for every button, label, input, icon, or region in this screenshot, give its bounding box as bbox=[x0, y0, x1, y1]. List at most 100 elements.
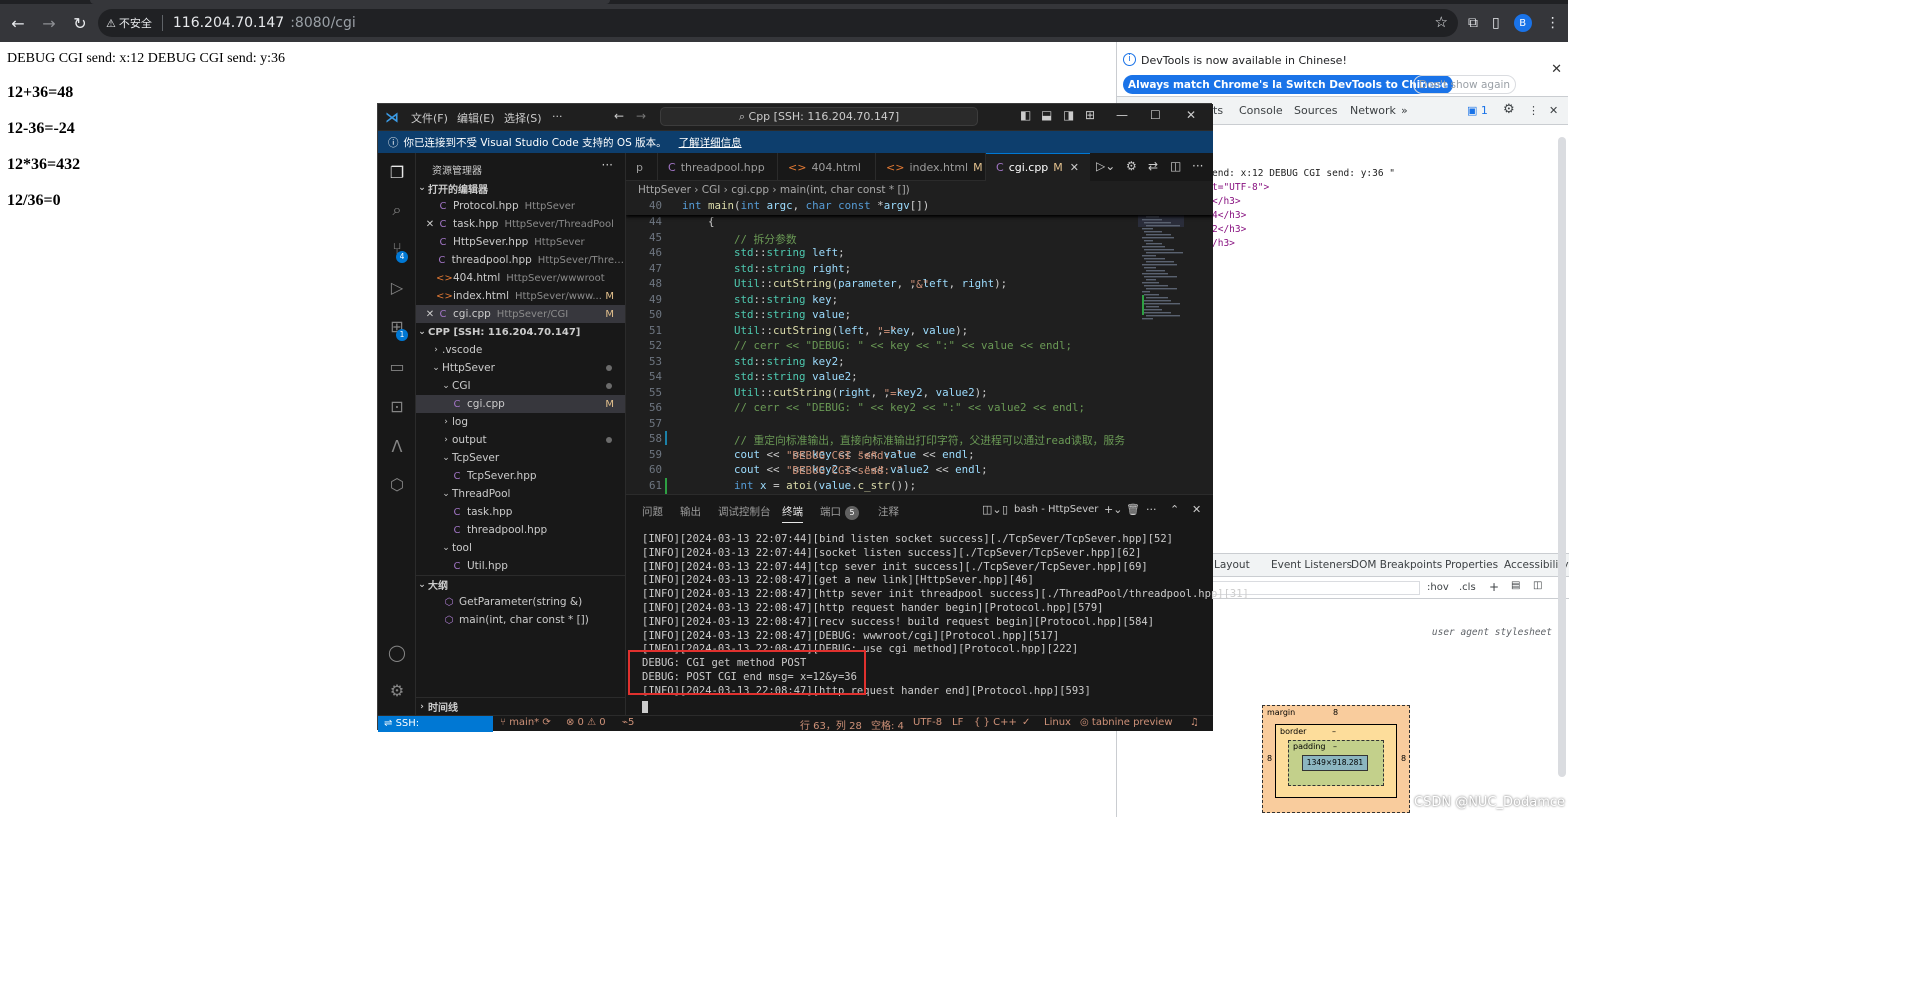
breadcrumb[interactable]: HttpSever › CGI › cgi.cpp › main(int, ch… bbox=[626, 181, 1213, 199]
close-icon[interactable]: ✕ bbox=[424, 219, 436, 230]
forward-icon[interactable]: → bbox=[36, 10, 62, 36]
editor-tab[interactable]: C threadpool.hpp bbox=[658, 153, 778, 181]
bm-content-box[interactable]: 1349×918.281 bbox=[1302, 755, 1368, 771]
tree-item[interactable]: ⌄ HttpSever bbox=[416, 359, 625, 377]
cursor-position[interactable]: 行 63，列 28 bbox=[800, 717, 862, 732]
dom-line[interactable]: t="UTF-8"> bbox=[1212, 182, 1269, 193]
code-line[interactable]: 51 Util::cutString(left, "=", key, value… bbox=[626, 324, 1213, 340]
back-icon[interactable]: ← bbox=[5, 10, 31, 36]
address-bar[interactable]: ⚠ 不安全 116.204.70.147:8080/cgi ☆ bbox=[98, 9, 1458, 37]
toggle-secondary-sidebar-icon[interactable]: ◨ bbox=[1063, 108, 1074, 122]
gear-icon[interactable]: ⚙ bbox=[1126, 159, 1137, 173]
open-editor-item[interactable]: <> 404.html HttpSever/wwwroot bbox=[416, 269, 625, 287]
code-line[interactable]: 54 std::string value2; bbox=[626, 370, 1213, 386]
tab-network[interactable]: Network bbox=[1350, 104, 1396, 117]
run-icon[interactable]: ▷⌄ bbox=[1096, 159, 1115, 173]
maximize-panel-icon[interactable]: ⌃ bbox=[1170, 503, 1179, 516]
account-icon[interactable]: ◯ bbox=[387, 643, 407, 663]
dom-line[interactable]: 2</h3> bbox=[1212, 224, 1246, 235]
dom-line[interactable]: </h3> bbox=[1212, 196, 1241, 207]
compare-icon[interactable]: ⇄ bbox=[1148, 159, 1158, 173]
problems-status[interactable]: ⊗ 0 ⚠ 0 bbox=[566, 717, 606, 728]
maximize-icon[interactable]: ☐ bbox=[1150, 108, 1161, 122]
new-terminal-icon[interactable]: +⌄ bbox=[1104, 503, 1122, 516]
split-terminal-icon[interactable]: ◫⌄ bbox=[982, 503, 1002, 516]
hexagon-icon[interactable]: ⬡ bbox=[387, 475, 407, 495]
tree-item[interactable]: C task.hpp bbox=[416, 503, 625, 521]
cls-toggle[interactable]: .cls bbox=[1459, 582, 1476, 593]
security-indicator[interactable]: ⚠ 不安全 bbox=[106, 15, 152, 31]
code-line[interactable]: 49 std::string key; bbox=[626, 293, 1213, 309]
subtab-dom-breakpoints[interactable]: DOM Breakpoints bbox=[1351, 559, 1442, 571]
learn-more-link[interactable]: 了解详细信息 bbox=[679, 135, 742, 150]
menu-edit[interactable]: 编辑(E) bbox=[457, 110, 495, 126]
hov-toggle[interactable]: :hov bbox=[1427, 582, 1449, 593]
open-editor-item[interactable]: ✕ C task.hpp HttpSever/ThreadPool bbox=[416, 215, 625, 233]
devtools-menu-icon[interactable]: ⋮ bbox=[1528, 104, 1539, 117]
editor-more-icon[interactable]: ··· bbox=[1192, 159, 1203, 173]
reload-icon[interactable]: ↻ bbox=[67, 10, 93, 36]
minimap[interactable] bbox=[1138, 199, 1208, 329]
profile-avatar[interactable]: B bbox=[1513, 14, 1532, 32]
branch-status[interactable]: ⑂ main* ⟳ bbox=[500, 717, 551, 728]
devtools-scrollbar[interactable] bbox=[1558, 137, 1566, 777]
tab-output[interactable]: 输出 bbox=[680, 504, 701, 519]
sidepanel-icon[interactable]: ▯ bbox=[1492, 15, 1500, 31]
extensions-icon[interactable]: ⧉ bbox=[1468, 15, 1478, 31]
explorer-icon[interactable]: ❐ bbox=[387, 163, 407, 183]
customize-layout-icon[interactable]: ⊞ bbox=[1085, 108, 1095, 122]
more-tabs-icon[interactable]: » bbox=[1401, 104, 1408, 117]
tab-sources[interactable]: Sources bbox=[1294, 104, 1338, 117]
tab-debug-console[interactable]: 调试控制台 bbox=[718, 504, 771, 519]
sticky-scroll-line[interactable]: 40 int main(int argc, char const *argv[]) bbox=[626, 199, 1213, 215]
trash-icon[interactable]: 🗑 bbox=[1126, 503, 1140, 516]
tree-item[interactable]: ⌄ TcpSever bbox=[416, 449, 625, 467]
toggle-sidebar-icon[interactable]: ◧ bbox=[1020, 108, 1031, 122]
editor-tab[interactable]: p bbox=[626, 153, 658, 181]
sidebar-toggle-icon[interactable]: ◫ bbox=[1533, 580, 1542, 591]
tree-item[interactable]: C cgi.cpp M bbox=[416, 395, 625, 413]
open-editor-item[interactable]: C threadpool.hpp HttpSever/Threa... bbox=[416, 251, 625, 269]
code-line[interactable]: 58 // 重定向标准输出，直接向标准输出打印字符，父进程可以通过read读取，… bbox=[626, 432, 1213, 448]
tree-item[interactable]: › log bbox=[416, 413, 625, 431]
code-line[interactable]: 46 std::string left; bbox=[626, 246, 1213, 262]
split-editor-icon[interactable]: ◫ bbox=[1170, 159, 1181, 173]
window-close-icon[interactable]: ✕ bbox=[1186, 108, 1196, 122]
explorer-more-icon[interactable]: ··· bbox=[602, 158, 613, 172]
tree-item[interactable]: C threadpool.hpp bbox=[416, 521, 625, 539]
code-line[interactable]: 57 bbox=[626, 417, 1213, 433]
code-line[interactable]: 59 cout << "DEBUG CGI send: " << key << … bbox=[626, 448, 1213, 464]
code-line[interactable]: 47 std::string right; bbox=[626, 262, 1213, 278]
subtab-properties[interactable]: Properties bbox=[1445, 559, 1498, 571]
editor-tab[interactable]: <> index.html M bbox=[876, 153, 986, 181]
code-line[interactable]: 50 std::string value; bbox=[626, 308, 1213, 324]
close-icon[interactable]: ✕ bbox=[1551, 62, 1562, 77]
notifications-bell-icon[interactable]: ♫ bbox=[1190, 717, 1199, 728]
dom-line[interactable]: end: x:12 DEBUG CGI send: y:36 " bbox=[1212, 168, 1395, 179]
tab-comments[interactable]: 注释 bbox=[878, 504, 899, 519]
code-line[interactable]: 61 int x = atoi(value.c_str()); bbox=[626, 479, 1213, 495]
issues-badge[interactable]: ▣ 1 bbox=[1467, 104, 1488, 117]
open-editors-header[interactable]: ⌄ 打开的编辑器 bbox=[416, 179, 625, 197]
tree-item[interactable]: ⌄ CGI bbox=[416, 377, 625, 395]
code-line[interactable]: 55 Util::cutString(right, "=", key2, val… bbox=[626, 386, 1213, 402]
dom-line[interactable]: /h3> bbox=[1212, 238, 1235, 249]
command-center[interactable]: ⌕ Cpp [SSH: 116.204.70.147] bbox=[660, 107, 978, 126]
code-line[interactable]: 53 std::string key2; bbox=[626, 355, 1213, 371]
settings-gear-icon[interactable]: ⚙ bbox=[1503, 102, 1515, 117]
code-line[interactable]: 48 Util::cutString(parameter, "&", left,… bbox=[626, 277, 1213, 293]
outline-header[interactable]: ⌄ 大纲 bbox=[416, 575, 625, 593]
ports-status[interactable]: ⌁5 bbox=[622, 717, 634, 728]
panel-more-icon[interactable]: ··· bbox=[1146, 503, 1157, 516]
tree-item[interactable]: C TcpSever.hpp bbox=[416, 467, 625, 485]
manage-gear-icon[interactable]: ⚙ bbox=[387, 681, 407, 701]
code-line[interactable]: 44 { bbox=[626, 215, 1213, 231]
nav-back-icon[interactable]: ← bbox=[614, 109, 624, 123]
tree-item[interactable]: › .vscode bbox=[416, 341, 625, 359]
close-icon[interactable]: ✕ bbox=[1070, 161, 1079, 174]
remote-explorer-icon[interactable]: ▭ bbox=[387, 357, 407, 377]
code-editor[interactable]: 40 int main(int argc, char const *argv[])… bbox=[626, 199, 1213, 494]
ai-icon[interactable]: ᐱ bbox=[387, 437, 407, 457]
nav-forward-icon[interactable]: → bbox=[636, 109, 646, 123]
code-line[interactable]: 52 // cerr << "DEBUG: " << key << ":" <<… bbox=[626, 339, 1213, 355]
